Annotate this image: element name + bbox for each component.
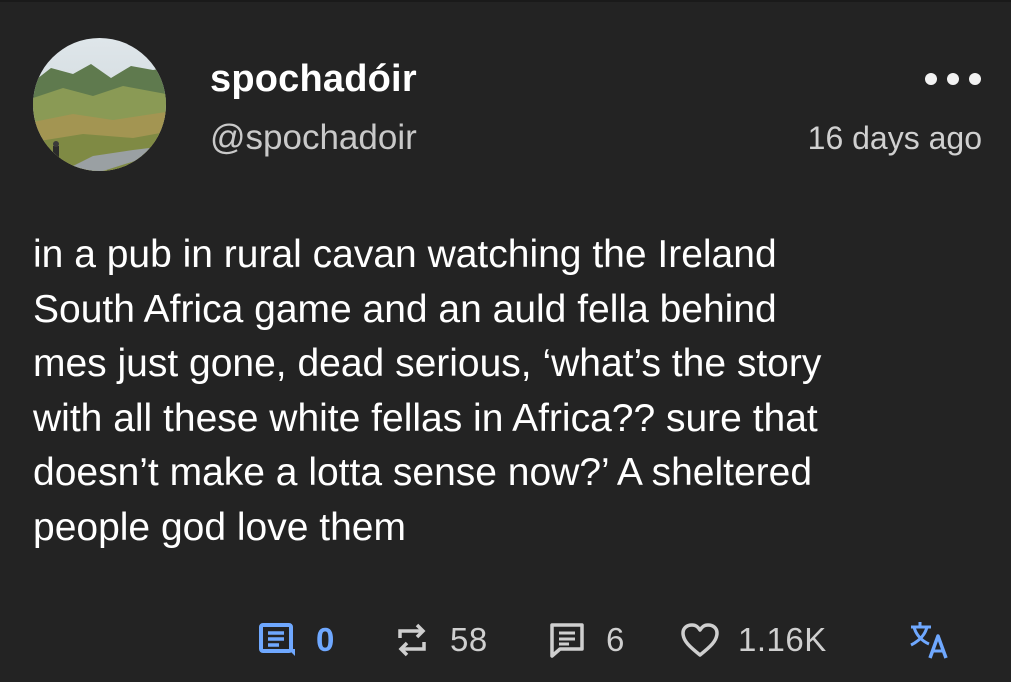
quotes-button[interactable]: 6	[548, 612, 625, 668]
avatar[interactable]	[33, 38, 166, 171]
post-body: in a pub in rural cavan watching the Ire…	[33, 228, 983, 555]
translate-button[interactable]	[908, 612, 950, 668]
translate-icon	[910, 622, 948, 659]
more-dot-icon	[969, 73, 981, 85]
repost-icon	[398, 623, 426, 657]
heart-icon	[681, 623, 719, 657]
post-body-line: doesn’t make a lotta sense now?’ A shelt…	[33, 451, 813, 494]
action-bar: 0 58 6 1.16K	[0, 612, 1011, 668]
quotes-count: 6	[606, 621, 625, 658]
user-handle[interactable]: @spochadoir	[210, 118, 417, 158]
post-body-line: mes just gone, dead serious, ‘what’s the…	[33, 342, 822, 385]
avatar-landscape-image	[33, 38, 166, 171]
timestamp[interactable]: 16 days ago	[808, 120, 982, 157]
comment-icon	[259, 623, 295, 656]
post-body-line: people god love them	[33, 505, 406, 549]
more-dot-icon	[947, 73, 959, 85]
likes-count: 1.16K	[738, 621, 827, 658]
display-name[interactable]: spochadóir	[210, 58, 417, 101]
post-card: spochadóir @spochadoir 16 days ago in a …	[0, 0, 1011, 682]
quote-icon	[550, 623, 584, 658]
post-body-line: with all these white fellas in Africa?? …	[33, 396, 818, 440]
divider	[0, 0, 1011, 2]
repost-button[interactable]: 58	[392, 612, 488, 668]
comments-count: 0	[316, 621, 335, 658]
post-body-line: South Africa game and an auld fella behi…	[33, 287, 777, 331]
comments-button[interactable]: 0	[258, 612, 335, 668]
like-button[interactable]: 1.16K	[680, 612, 827, 668]
more-dot-icon	[925, 73, 937, 85]
more-options-button[interactable]	[925, 66, 981, 92]
repost-count: 58	[450, 621, 488, 658]
post-body-line: in a pub in rural cavan watching the Ire…	[33, 233, 777, 276]
